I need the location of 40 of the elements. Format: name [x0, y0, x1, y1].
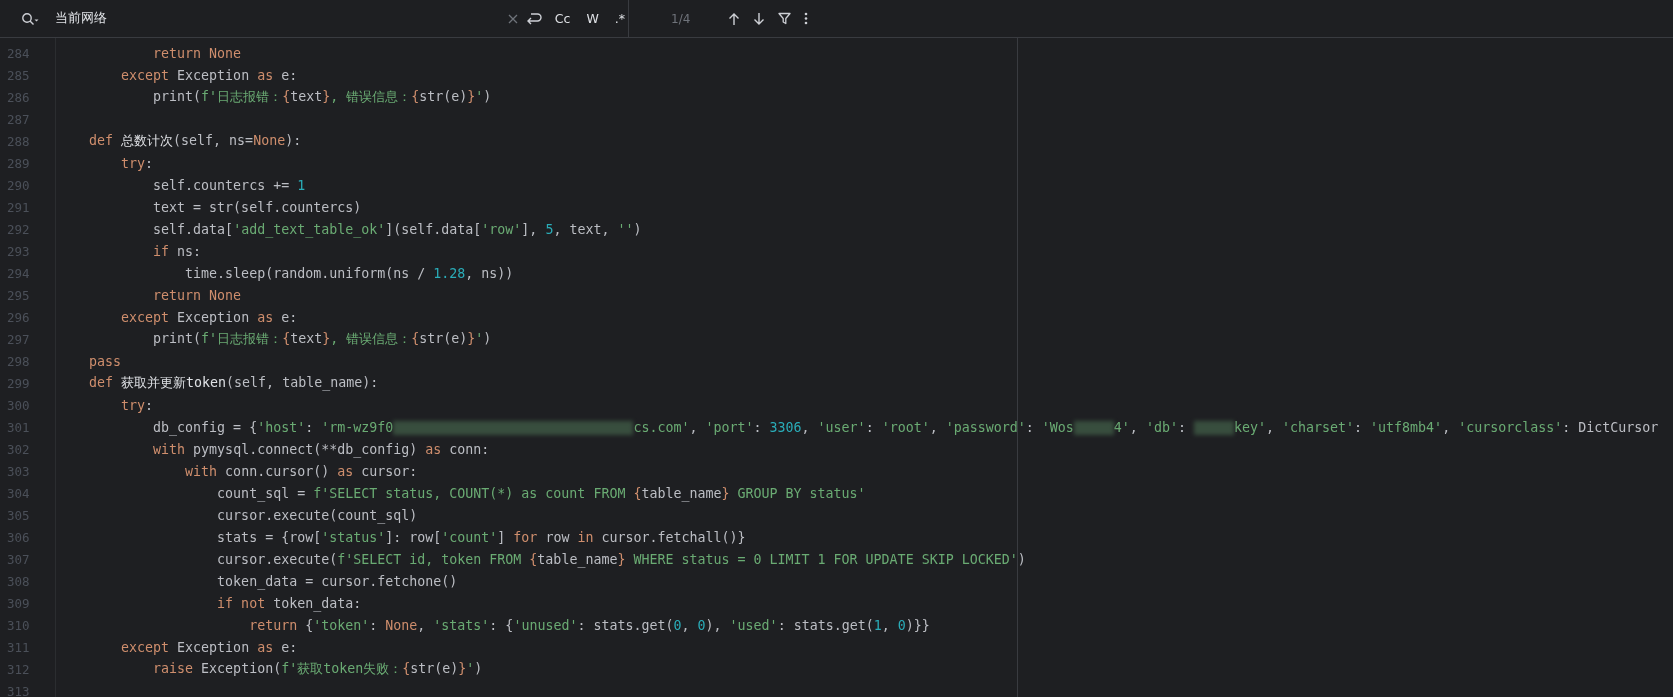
code-line: self.countercs += 1: [152, 177, 306, 193]
code-line: return {'token': None, 'stats': {'unused': stats.get(0, 0), 'used': stats.get(1, 0)}}: [248, 617, 930, 633]
more-icon[interactable]: [804, 12, 809, 25]
code-line: print(f'日志报错：{text}, 错误信息：{str(e)}'): [152, 88, 492, 106]
code-line: return None: [152, 287, 242, 303]
code-line: except Exception as e:: [120, 309, 298, 325]
code-line: cursor.execute(count_sql): [216, 507, 418, 523]
arrow-down-icon[interactable]: [753, 11, 766, 26]
code-line: db_config = {'host': 'rm-wz9f0 cs.com', 'port': 3306, 'user': 'root', 'password': 'Wos 4', 'db': key', 'charset': 'utf8mb4', 'cursorclass': DictCursor: [152, 419, 1659, 435]
clear-icon[interactable]: [507, 13, 518, 24]
code-line: self.data['add_text_table_ok'](self.data['row'], 5, text, ''): [152, 221, 642, 237]
filter-icon[interactable]: [778, 12, 792, 25]
code-line: count_sql = f'SELECT status, COUNT(*) as count FROM {table_name} GROUP BY status': [216, 485, 866, 501]
code-line: except Exception as e:: [120, 67, 298, 83]
search-field[interactable]: 当前网络: [47, 7, 500, 30]
code-line: def 获取并更新token(self, table_name):: [88, 374, 379, 392]
match-count: 1/4: [671, 11, 691, 26]
search-option-button[interactable]: .*: [611, 9, 628, 28]
search-icon[interactable]: [21, 11, 39, 26]
search-option-button[interactable]: W: [583, 9, 602, 28]
arrow-up-icon[interactable]: [728, 11, 741, 26]
code-line: time.sleep(random.uniform(ns / 1.28, ns)): [184, 265, 514, 281]
code-line: raise Exception(f'获取token失败：{str(e)}'): [152, 660, 483, 678]
code-line: stats = {row['status']: row['count'] for row in cursor.fetchall()}: [216, 529, 746, 545]
code-line: pass: [88, 353, 122, 369]
search-option-button[interactable]: Cc: [551, 9, 574, 28]
newline-icon[interactable]: [525, 11, 542, 26]
code-line: return None: [152, 45, 242, 61]
code-line: print(f'日志报错：{text}, 错误信息：{str(e)}'): [152, 330, 492, 348]
code-line: if not token_data:: [216, 595, 362, 611]
code-line: except Exception as e:: [120, 639, 298, 655]
code-line: text = str(self.countercs): [152, 199, 362, 215]
code-line: token_data = cursor.fetchone(): [216, 573, 458, 589]
code-line: with pymysql.connect(**db_config) as conn:: [152, 441, 490, 457]
code-line: try:: [120, 397, 154, 413]
code-line: if ns:: [152, 243, 202, 259]
code-line: def 总数计次(self, ns=None):: [88, 132, 302, 150]
code-line: try:: [120, 155, 154, 171]
code-line: with conn.cursor() as cursor:: [184, 463, 418, 479]
code-line: cursor.execute(f'SELECT id, token FROM {table_name} WHERE status = 0 LIMIT 1 FOR UPDATE SKIP LOCKED'): [216, 551, 1026, 567]
